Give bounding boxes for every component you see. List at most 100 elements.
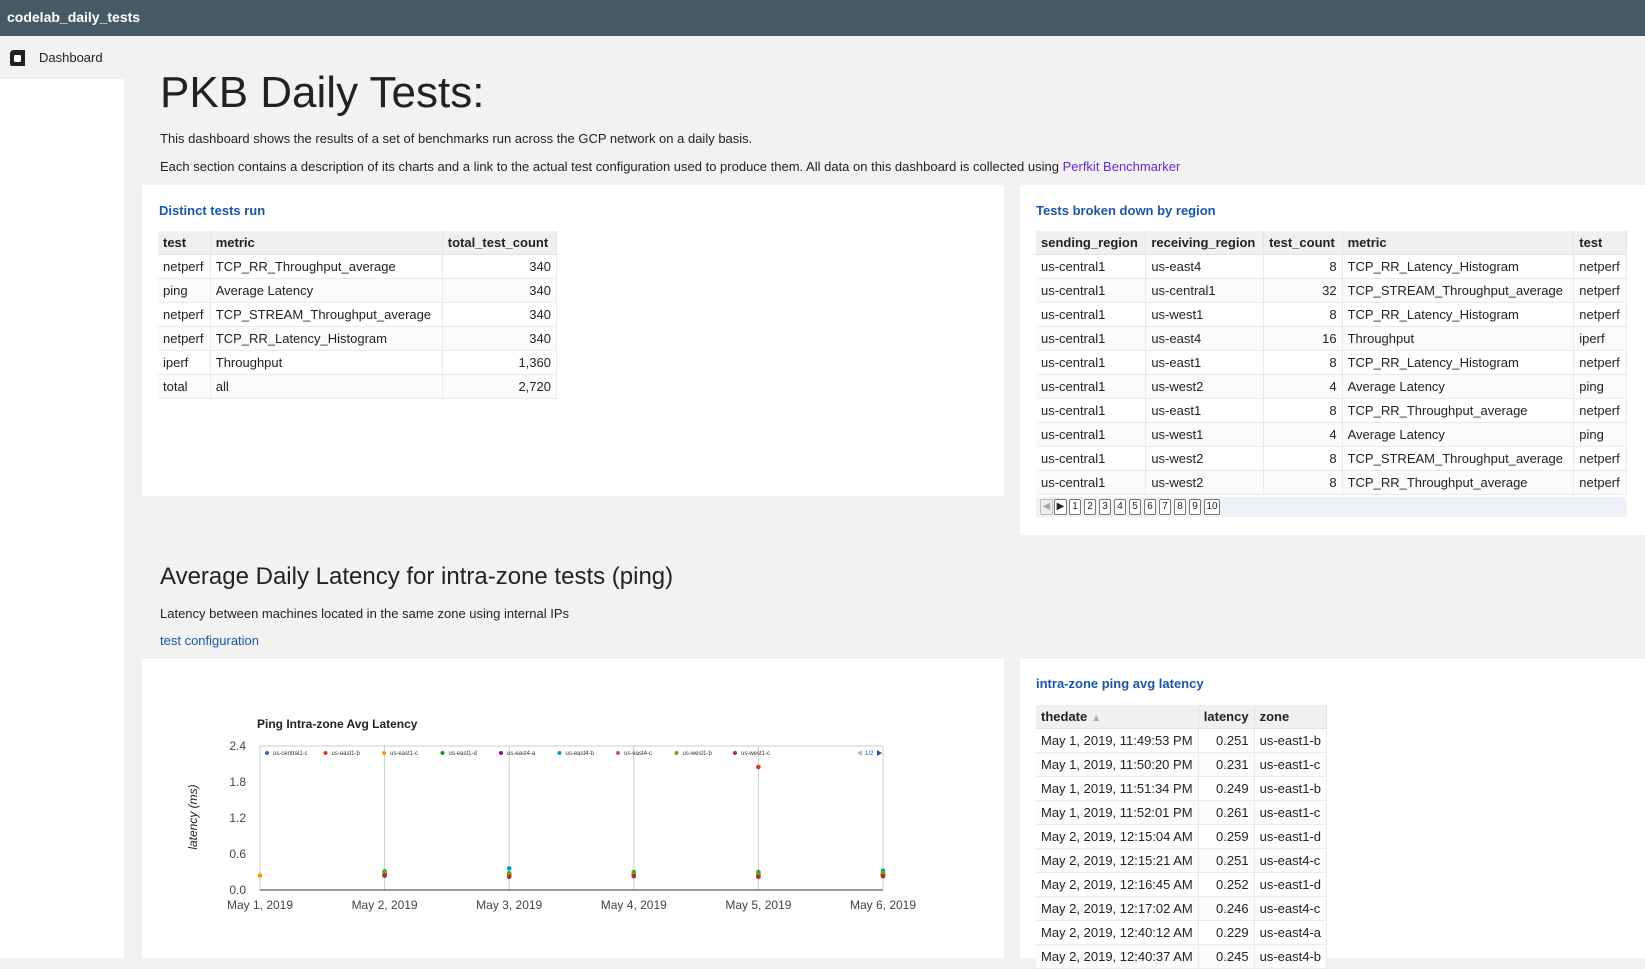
table-cell: us-east4-b bbox=[1254, 944, 1328, 969]
data-point[interactable] bbox=[382, 873, 387, 878]
latency-chart[interactable]: Ping Intra-zone Avg Latency May 1, 2019 Ma… bbox=[142, 659, 1004, 958]
column-header-receiving-region[interactable]: receiving_region bbox=[1145, 231, 1265, 255]
table-row[interactable]: ping Average Latency 340 bbox=[158, 278, 558, 303]
page-title: PKB Daily Tests: bbox=[160, 68, 485, 117]
page-7-button[interactable]: 7 bbox=[1159, 499, 1171, 515]
table-row[interactable]: us-central1 us-east4 16 Throughput iperf bbox=[1036, 326, 1627, 351]
table-row[interactable]: May 2, 2019, 12:40:12 AM 0.229 us-east4-a bbox=[1036, 920, 1328, 945]
legend-entry[interactable]: us-west1-c bbox=[741, 751, 770, 757]
data-point[interactable] bbox=[880, 873, 886, 879]
y-tick-label: 0.0 bbox=[229, 883, 246, 897]
table-cell: 340 bbox=[442, 254, 558, 279]
table-row[interactable]: May 2, 2019, 12:16:45 AM 0.252 us-east1-d bbox=[1036, 872, 1328, 897]
table-row[interactable]: us-central1 us-central1 32 TCP_STREAM_Throu… bbox=[1036, 278, 1627, 303]
page-4-button[interactable]: 4 bbox=[1114, 499, 1126, 515]
column-header-metric[interactable]: metric bbox=[1342, 231, 1575, 255]
page-10-button[interactable]: 10 bbox=[1204, 499, 1220, 515]
table-cell: all bbox=[210, 374, 443, 399]
column-header-zone[interactable]: zone bbox=[1254, 705, 1328, 729]
table-row[interactable]: netperf TCP_RR_Throughput_average 340 bbox=[158, 254, 558, 279]
table-cell: netperf bbox=[158, 254, 211, 279]
page-9-button[interactable]: 9 bbox=[1189, 499, 1201, 515]
data-point[interactable] bbox=[756, 764, 761, 770]
table-row[interactable]: us-central1 us-east1 8 TCP_RR_Latency_Histo… bbox=[1036, 350, 1627, 375]
table-row[interactable]: May 2, 2019, 12:15:21 AM 0.251 us-east4-c bbox=[1036, 848, 1328, 873]
sidebar-item-label: Dashboard bbox=[39, 50, 103, 65]
legend-entry[interactable]: us-east4-a bbox=[507, 751, 536, 757]
page-3-button[interactable]: 3 bbox=[1099, 499, 1111, 515]
next-page-button[interactable]: ▶ bbox=[1054, 499, 1067, 515]
legend-next-icon[interactable] bbox=[877, 750, 882, 756]
table-row[interactable]: us-central1 us-east4 8 TCP_RR_Latency_Histo… bbox=[1036, 254, 1627, 279]
page-8-button[interactable]: 8 bbox=[1174, 499, 1186, 515]
table-row[interactable]: netperf TCP_RR_Latency_Histogram 340 bbox=[158, 326, 558, 351]
legend-entry[interactable]: us-east1-d bbox=[449, 751, 477, 757]
table-cell: 4 bbox=[1263, 422, 1343, 447]
page-6-button[interactable]: 6 bbox=[1144, 499, 1156, 515]
legend-entry[interactable]: us-east4-c bbox=[624, 751, 652, 757]
table-cell: us-east4-a bbox=[1254, 920, 1328, 945]
table-row[interactable]: May 1, 2019, 11:49:53 PM 0.251 us-east1-b bbox=[1036, 728, 1328, 753]
table-cell: TCP_RR_Throughput_average bbox=[1342, 470, 1575, 495]
app-title[interactable]: codelab_daily_tests bbox=[7, 9, 140, 25]
table-row[interactable]: us-central1 us-east1 8 TCP_RR_Throughput_av… bbox=[1036, 398, 1627, 423]
table-cell: May 1, 2019, 11:49:53 PM bbox=[1036, 728, 1199, 753]
column-header-test-count[interactable]: test_count bbox=[1263, 231, 1343, 255]
sidebar-item-dashboard[interactable]: Dashboard bbox=[0, 36, 124, 79]
table-cell: May 1, 2019, 11:52:01 PM bbox=[1036, 800, 1199, 825]
table-cell: us-central1 bbox=[1036, 254, 1147, 279]
table-row[interactable]: total all 2,720 bbox=[158, 374, 558, 399]
table-row[interactable]: us-central1 us-west2 8 TCP_STREAM_Throughpu… bbox=[1036, 446, 1627, 471]
perfkit-link[interactable]: Perfkit Benchmarker bbox=[1063, 159, 1181, 174]
column-header-test[interactable]: test bbox=[158, 231, 211, 255]
prev-page-button[interactable]: ◀ bbox=[1040, 499, 1053, 515]
page-1-button[interactable]: 1 bbox=[1069, 499, 1081, 515]
page-5-button[interactable]: 5 bbox=[1129, 499, 1141, 515]
data-point[interactable] bbox=[506, 874, 512, 880]
table-row[interactable]: us-central1 us-west1 4 Average Latency ping bbox=[1036, 422, 1627, 447]
data-point[interactable] bbox=[257, 873, 263, 878]
column-header-test[interactable]: test bbox=[1573, 231, 1627, 255]
legend-entry[interactable]: us-west1-b bbox=[683, 751, 713, 757]
table-cell: us-central1 bbox=[1036, 350, 1147, 375]
table-cell: netperf bbox=[1573, 302, 1627, 327]
x-tick-label: May 2, 2019 bbox=[352, 898, 418, 912]
data-point[interactable] bbox=[631, 873, 637, 879]
table-row[interactable]: us-central1 us-west2 8 TCP_RR_Throughput_av… bbox=[1036, 470, 1627, 495]
table-cell: 340 bbox=[442, 302, 558, 327]
legend-entry[interactable]: us-east1-b bbox=[332, 751, 361, 757]
legend-entry[interactable]: us-east1-c bbox=[390, 751, 418, 757]
column-header-latency[interactable]: latency bbox=[1198, 705, 1255, 729]
table-row[interactable]: May 1, 2019, 11:50:20 PM 0.231 us-east1-c bbox=[1036, 752, 1328, 777]
column-header-thedate[interactable]: thedate ▲ bbox=[1036, 705, 1199, 729]
column-header-sending-region[interactable]: sending_region bbox=[1036, 231, 1147, 255]
table-row[interactable]: May 1, 2019, 11:52:01 PM 0.261 us-east1-c bbox=[1036, 800, 1328, 825]
legend-prev-icon[interactable] bbox=[857, 750, 862, 756]
test-configuration-link[interactable]: test configuration bbox=[160, 633, 259, 648]
legend-marker bbox=[265, 751, 269, 755]
table-cell: 8 bbox=[1263, 446, 1343, 471]
table-cell: TCP_STREAM_Throughput_average bbox=[1342, 446, 1575, 471]
table-cell: 0.229 bbox=[1198, 920, 1255, 945]
page-2-button[interactable]: 2 bbox=[1084, 499, 1096, 515]
data-point[interactable] bbox=[506, 866, 512, 871]
column-header-metric[interactable]: metric bbox=[210, 231, 443, 255]
page-description-2: Each section contains a description of i… bbox=[160, 159, 1180, 174]
table-row[interactable]: May 2, 2019, 12:40:37 AM 0.245 us-east4-b bbox=[1036, 944, 1328, 969]
table-cell: ping bbox=[1573, 422, 1627, 447]
legend-entry[interactable]: us-east4-b bbox=[566, 751, 595, 757]
column-header-total-test-count[interactable]: total_test_count bbox=[442, 231, 558, 255]
table-row[interactable]: May 2, 2019, 12:15:04 AM 0.259 us-east1-d bbox=[1036, 824, 1328, 849]
table-cell: 0.231 bbox=[1198, 752, 1255, 777]
table-row[interactable]: iperf Throughput 1,360 bbox=[158, 350, 558, 375]
table-cell: us-central1 bbox=[1036, 422, 1147, 447]
data-point[interactable] bbox=[756, 874, 761, 880]
table-cell: Average Latency bbox=[210, 278, 443, 303]
table-row[interactable]: us-central1 us-west2 4 Average Latency ping bbox=[1036, 374, 1627, 399]
table-row[interactable]: May 2, 2019, 12:17:02 AM 0.246 us-east4-c bbox=[1036, 896, 1328, 921]
table-row[interactable]: us-central1 us-west1 8 TCP_RR_Latency_Histo… bbox=[1036, 302, 1627, 327]
table-row[interactable]: May 1, 2019, 11:51:34 PM 0.249 us-east1-b bbox=[1036, 776, 1328, 801]
table-row[interactable]: netperf TCP_STREAM_Throughput_average 340 bbox=[158, 302, 558, 327]
legend-entry[interactable]: us-central1-c bbox=[273, 751, 308, 757]
legend-marker bbox=[499, 751, 503, 755]
